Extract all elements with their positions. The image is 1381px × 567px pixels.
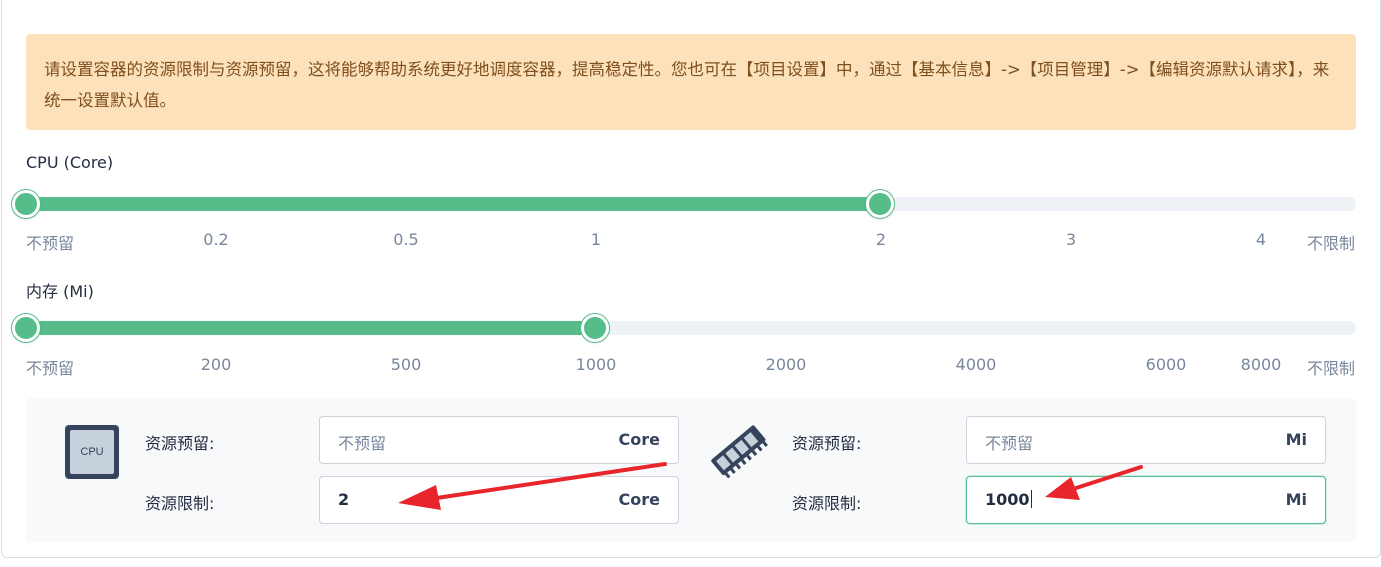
memory-tick[interactable]: 1000: [576, 355, 617, 374]
text-caret: [1030, 490, 1032, 508]
cpu-tick[interactable]: 不预留: [26, 230, 74, 254]
memory-slider-track[interactable]: [26, 321, 1356, 335]
memory-slider-range: [26, 321, 596, 335]
resource-hint-text: 请设置容器的资源限制与资源预留，这将能够帮助系统更好地调度容器，提高稳定性。您也…: [44, 60, 1330, 110]
cpu-tick[interactable]: 0.5: [393, 230, 418, 249]
cpu-limit-label: 资源限制:: [145, 494, 215, 513]
cpu-tick[interactable]: 不限制: [1307, 230, 1355, 254]
memory-limit-value: 1000: [985, 490, 1032, 509]
cpu-slider-label: CPU (Core): [26, 153, 114, 172]
memory-tick[interactable]: 500: [391, 355, 422, 374]
memory-request-label: 资源预留:: [792, 434, 862, 453]
memory-slider-label: 内存 (Mi): [26, 282, 94, 301]
memory-tick[interactable]: 不预留: [26, 355, 74, 379]
memory-tick[interactable]: 6000: [1146, 355, 1187, 374]
cpu-limit-value: 2: [338, 490, 350, 509]
cpu-request-placeholder: 不预留: [338, 434, 387, 453]
cpu-slider-track[interactable]: [26, 197, 1356, 211]
cpu-limit-unit: Core: [618, 490, 660, 509]
cpu-tick[interactable]: 0.2: [203, 230, 228, 249]
cpu-icon-label: CPU: [80, 446, 103, 458]
memory-request-handle[interactable]: [12, 314, 40, 342]
cpu-limit-input[interactable]: 2 Core: [319, 476, 679, 524]
cpu-tick[interactable]: 1: [591, 230, 601, 249]
cpu-request-handle[interactable]: [12, 190, 40, 218]
memory-tick[interactable]: 4000: [956, 355, 997, 374]
cpu-slider-range: [26, 197, 881, 211]
memory-icon: [711, 425, 768, 479]
memory-limit-unit: Mi: [1285, 490, 1307, 509]
memory-tick[interactable]: 8000: [1241, 355, 1282, 374]
cpu-icon: CPU: [65, 425, 119, 479]
resource-hint-banner: 请设置容器的资源限制与资源预留，这将能够帮助系统更好地调度容器，提高稳定性。您也…: [26, 34, 1356, 130]
cpu-tick[interactable]: 4: [1256, 230, 1266, 249]
memory-limit-label: 资源限制:: [792, 494, 862, 513]
memory-request-unit: Mi: [1285, 430, 1307, 449]
memory-limit-input[interactable]: 1000 Mi: [966, 476, 1326, 524]
memory-request-placeholder: 不预留: [985, 434, 1034, 453]
cpu-request-unit: Core: [618, 430, 660, 449]
memory-request-input[interactable]: 不预留 Mi: [966, 416, 1326, 464]
cpu-limit-handle[interactable]: [866, 190, 894, 218]
cpu-request-input[interactable]: 不预留 Core: [319, 416, 679, 464]
cpu-tick[interactable]: 3: [1066, 230, 1076, 249]
cpu-request-label: 资源预留:: [145, 434, 215, 453]
memory-tick[interactable]: 200: [201, 355, 232, 374]
cpu-tick[interactable]: 2: [876, 230, 886, 249]
memory-limit-handle[interactable]: [581, 314, 609, 342]
memory-tick[interactable]: 不限制: [1307, 355, 1355, 379]
memory-tick[interactable]: 2000: [766, 355, 807, 374]
